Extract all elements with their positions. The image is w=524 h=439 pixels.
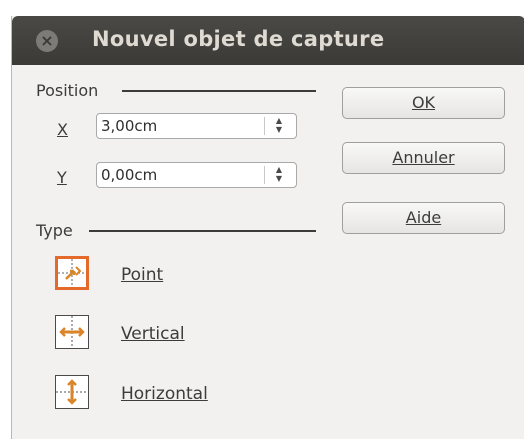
new-snap-object-dialog: × Nouvel objet de capture Position X 3,0… [11, 16, 524, 439]
spin-up-icon[interactable]: ▲ [269, 165, 289, 174]
position-section-label: Position [36, 81, 99, 100]
ok-button-label: OK [411, 93, 436, 112]
spin-down-icon[interactable]: ▼ [269, 174, 289, 183]
type-section-divider [89, 230, 316, 232]
type-option-vertical[interactable]: Vertical [121, 324, 185, 344]
ok-button[interactable]: OK [342, 87, 505, 119]
type-option-horizontal-label: Horizontal [121, 384, 208, 404]
y-position-value: 0,00cm [101, 166, 158, 184]
y-position-spinbox[interactable]: 0,00cm ▲ ▼ [96, 162, 297, 188]
spin-divider [264, 166, 265, 184]
x-position-spinbox[interactable]: 3,00cm ▲ ▼ [96, 113, 297, 139]
spin-up-icon[interactable]: ▲ [269, 116, 289, 125]
cancel-button-label: Annuler [392, 148, 455, 167]
type-option-point-label: Point [121, 265, 164, 285]
spin-arrows-icon[interactable]: ▲ ▼ [269, 165, 289, 185]
type-option-vertical-label: Vertical [121, 324, 185, 344]
spin-down-icon[interactable]: ▼ [269, 125, 289, 134]
help-button-label: Aide [405, 208, 442, 227]
type-section-label: Type [36, 221, 73, 240]
snap-horizontal-icon[interactable] [55, 375, 89, 409]
type-option-horizontal[interactable]: Horizontal [121, 384, 208, 404]
x-label: X [57, 120, 68, 139]
help-button[interactable]: Aide [342, 202, 505, 234]
close-icon[interactable]: × [36, 30, 58, 52]
window-title: Nouvel objet de capture [92, 27, 385, 51]
cancel-button[interactable]: Annuler [342, 142, 505, 174]
spin-divider [264, 117, 265, 135]
y-label: Y [57, 168, 67, 187]
snap-vertical-icon[interactable] [55, 315, 89, 349]
spin-arrows-icon[interactable]: ▲ ▼ [269, 116, 289, 136]
position-section-divider [122, 90, 316, 92]
x-position-value: 3,00cm [101, 117, 158, 135]
snap-point-icon[interactable] [55, 256, 89, 290]
title-bar[interactable]: × Nouvel objet de capture [12, 16, 524, 65]
type-option-point[interactable]: Point [121, 265, 163, 285]
